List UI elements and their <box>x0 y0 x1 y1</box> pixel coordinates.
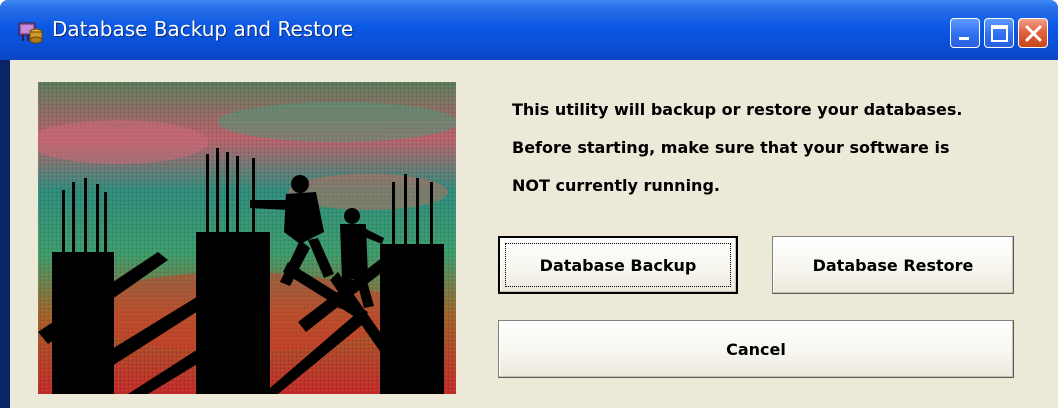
maximize-icon <box>991 25 1008 42</box>
info-text-line-3: NOT currently running. <box>512 176 720 195</box>
database-restore-button-label: Database Restore <box>812 255 974 275</box>
cancel-button-label: Cancel <box>726 339 786 359</box>
minimize-icon <box>959 37 969 40</box>
dialog-client-area: This utility will backup or restore your… <box>10 60 1058 408</box>
cancel-button[interactable]: Cancel <box>498 320 1014 378</box>
info-text-line-1: This utility will backup or restore your… <box>512 100 963 119</box>
title-bar[interactable]: Database Backup and Restore <box>0 0 1058 60</box>
window-title: Database Backup and Restore <box>52 17 354 41</box>
database-backup-button-label: Database Backup <box>539 255 697 275</box>
database-app-icon[interactable] <box>18 20 44 44</box>
construction-workers-silhouette-image <box>38 82 456 394</box>
close-button[interactable] <box>1018 18 1048 48</box>
dialog-window: Database Backup and Restore This utility… <box>0 0 1058 408</box>
database-backup-button[interactable]: Database Backup <box>498 236 738 294</box>
database-restore-button[interactable]: Database Restore <box>772 236 1014 294</box>
close-icon <box>1025 25 1042 42</box>
info-text-line-2: Before starting, make sure that your sof… <box>512 138 950 157</box>
minimize-button[interactable] <box>950 18 980 48</box>
maximize-button[interactable] <box>984 18 1014 48</box>
